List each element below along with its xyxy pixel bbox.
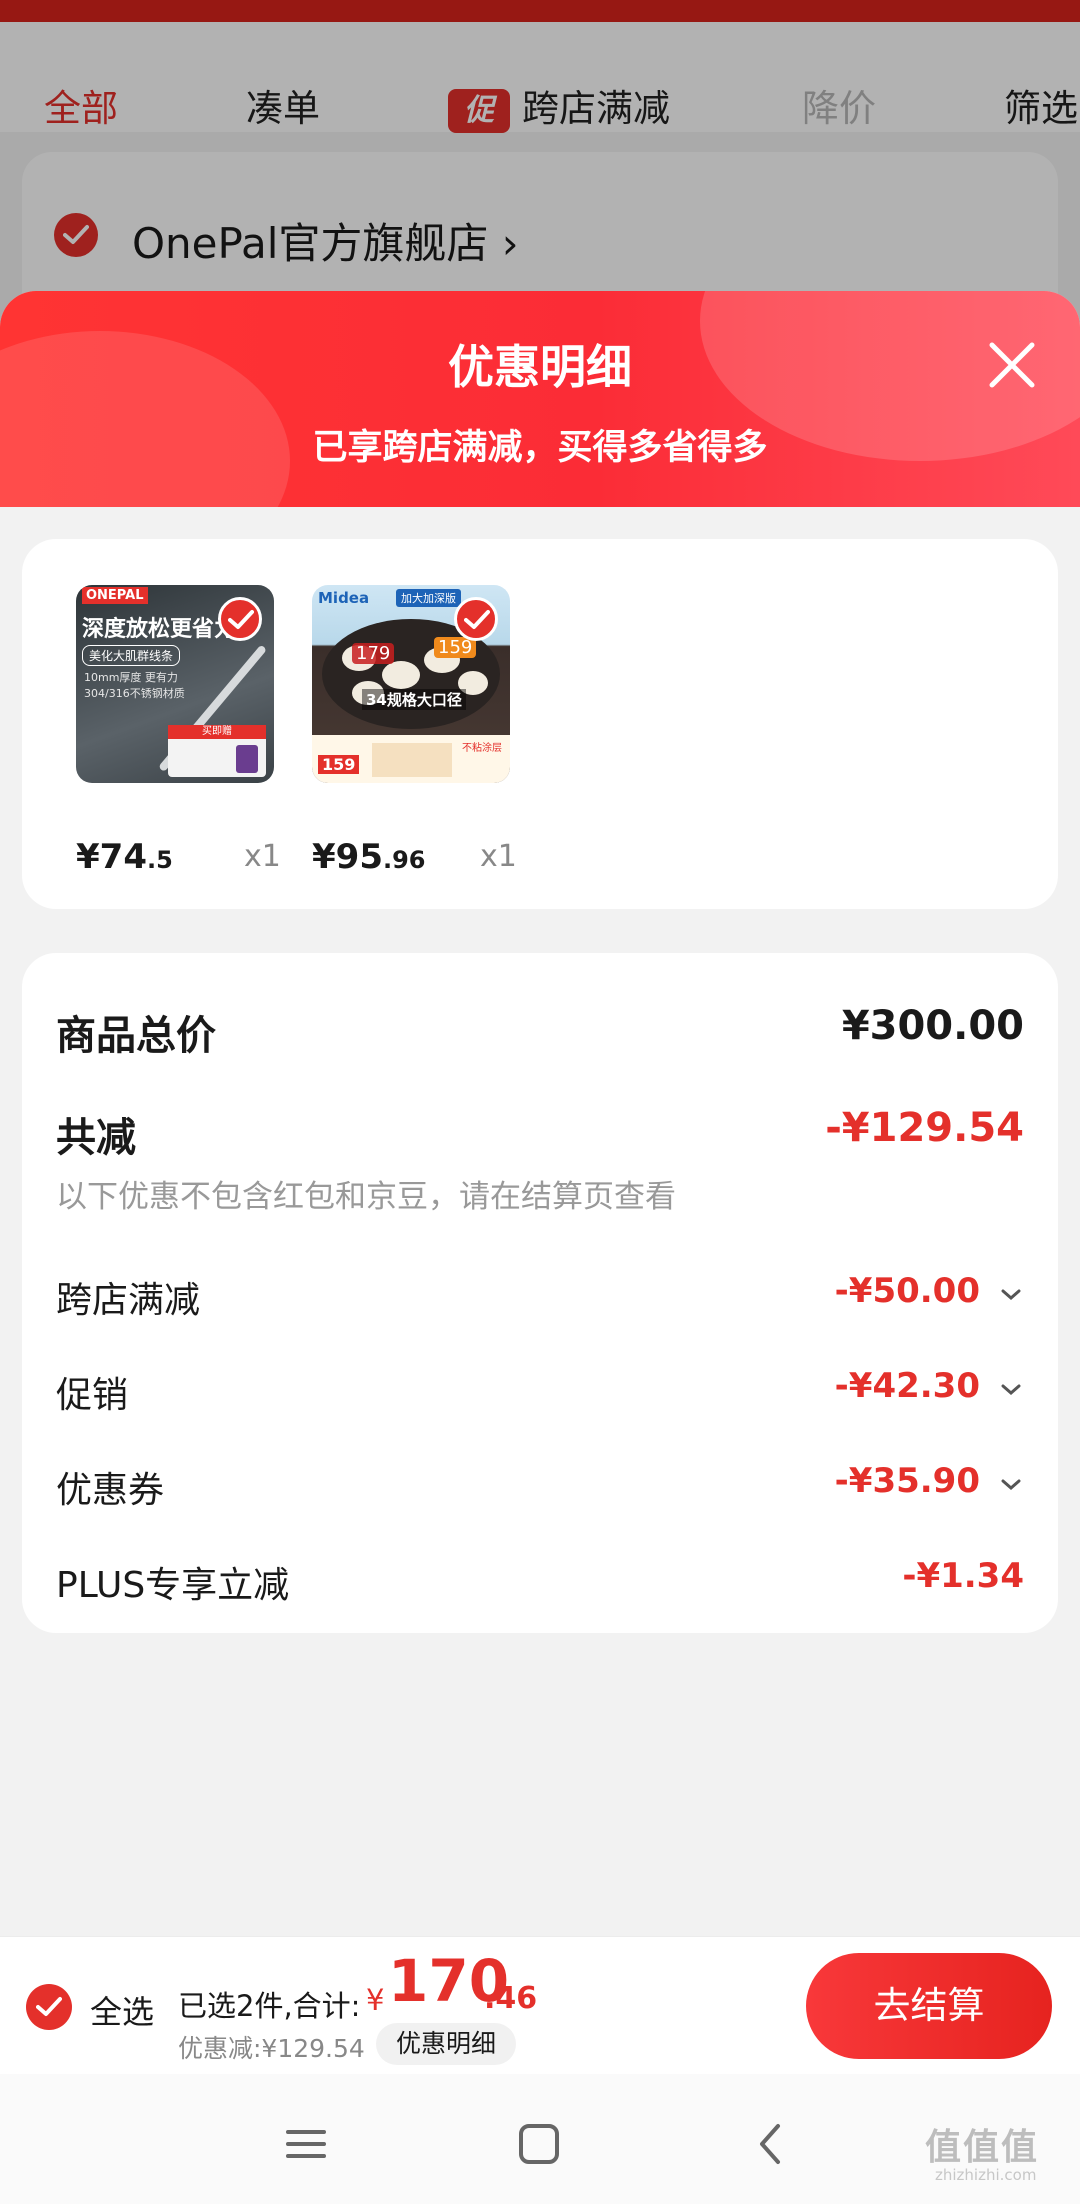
total-discount-label: 共减: [56, 1115, 136, 1161]
chevron-down-icon[interactable]: [998, 1475, 1024, 1495]
checkout-button[interactable]: 去结算: [806, 1953, 1052, 2059]
discount-summary-text: 优惠减:¥129.54: [178, 2034, 365, 2063]
selected-count-text: 已选2件,合计:: [178, 1989, 361, 2023]
amount-currency: ¥: [366, 1983, 385, 2017]
checkout-bar: 全选 已选2件,合计: ¥ 170 .46 优惠减:¥129.54 优惠明细 去…: [0, 1936, 1080, 2074]
select-all-check-icon[interactable]: [26, 1984, 72, 2030]
sheet-title: 优惠明细: [448, 340, 632, 394]
discount-row-coupon[interactable]: 优惠券 -¥35.90: [56, 1461, 1024, 1511]
back-chevron-icon[interactable]: [742, 2114, 802, 2174]
close-icon[interactable]: [982, 335, 1042, 395]
discount-row-promotion[interactable]: 促销 -¥42.30: [56, 1366, 1024, 1416]
chevron-down-icon[interactable]: [998, 1285, 1024, 1305]
product-quantity: x1: [480, 839, 517, 874]
sheet-header: 优惠明细 已享跨店满减，买得多省得多: [0, 291, 1080, 507]
products-card: ONEPAL 深度放松更省力 美化大肌群线条 10mm厚度 更有力 304/31…: [22, 539, 1058, 909]
discount-row-cross-store[interactable]: 跨店满减 -¥50.00: [56, 1271, 1024, 1321]
discount-row-plus: PLUS专享立减 -¥1.34: [56, 1556, 1024, 1606]
product-price: ¥95.96: [312, 837, 426, 877]
total-discount-value: -¥129.54: [825, 1105, 1024, 1151]
product-item[interactable]: ONEPAL 深度放松更省力 美化大肌群线条 10mm厚度 更有力 304/31…: [76, 585, 286, 877]
product-check-icon[interactable]: [454, 597, 498, 641]
watermark-url: zhizhizhi.com: [935, 2166, 1037, 2184]
product-thumbnail[interactable]: ONEPAL 深度放松更省力 美化大肌群线条 10mm厚度 更有力 304/31…: [76, 585, 274, 783]
discount-detail-button[interactable]: 优惠明细: [376, 2023, 516, 2065]
select-all-label[interactable]: 全选: [90, 1987, 154, 2033]
amount-decimal: .46: [484, 1981, 538, 2016]
product-quantity: x1: [244, 839, 281, 874]
price-summary-card: 商品总价 ¥300.00 共减 -¥129.54 以下优惠不包含红包和京豆，请在…: [22, 953, 1058, 1633]
watermark-logo: 值值值: [925, 2127, 1040, 2168]
product-item[interactable]: Midea 加大加深版 179 159 34规格大口径 159 不粘涂层 ¥95…: [312, 585, 522, 877]
total-price-value: ¥300.00: [841, 1003, 1024, 1049]
discount-detail-sheet: 优惠明细 已享跨店满减，买得多省得多 ONEPAL 深度放松更省力 美化大肌群线…: [0, 291, 1080, 1936]
product-thumbnail[interactable]: Midea 加大加深版 179 159 34规格大口径 159 不粘涂层: [312, 585, 510, 783]
menu-icon[interactable]: [276, 2114, 336, 2174]
sheet-subtitle: 已享跨店满减，买得多省得多: [312, 428, 768, 468]
home-square-icon[interactable]: [509, 2114, 569, 2174]
product-check-icon[interactable]: [218, 597, 262, 641]
product-price: ¥74.5: [76, 837, 173, 877]
discount-note: 以下优惠不包含红包和京豆，请在结算页查看: [56, 1179, 676, 1215]
system-navigation-bar: 值值值 zhizhizhi.com: [0, 2074, 1080, 2204]
chevron-down-icon[interactable]: [998, 1380, 1024, 1400]
total-price-label: 商品总价: [56, 1013, 216, 1059]
